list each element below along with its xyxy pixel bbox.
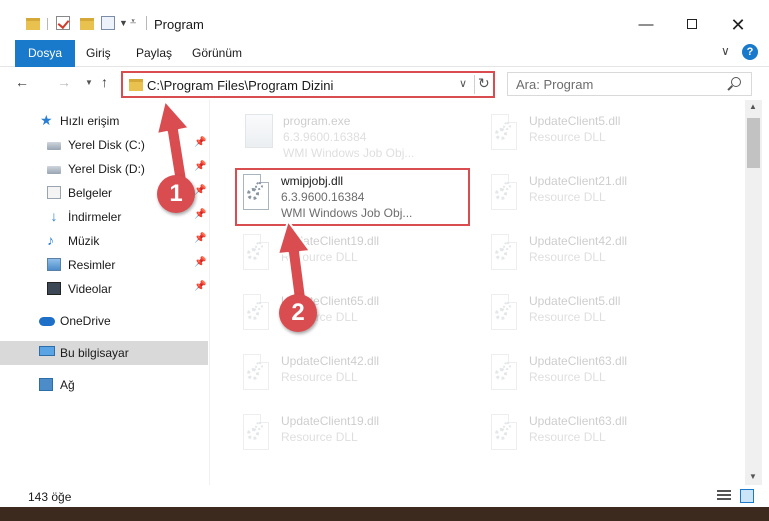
step-1-badge: 1 <box>157 175 195 213</box>
arrow-1 <box>156 100 190 183</box>
step-2-badge: 2 <box>279 294 317 332</box>
annotation-arrows <box>156 100 311 300</box>
arrow-2 <box>277 220 311 300</box>
explorer-window: ▼ ⩡ Program — ✕ Dosya Giriş Paylaş Görün… <box>0 0 769 521</box>
